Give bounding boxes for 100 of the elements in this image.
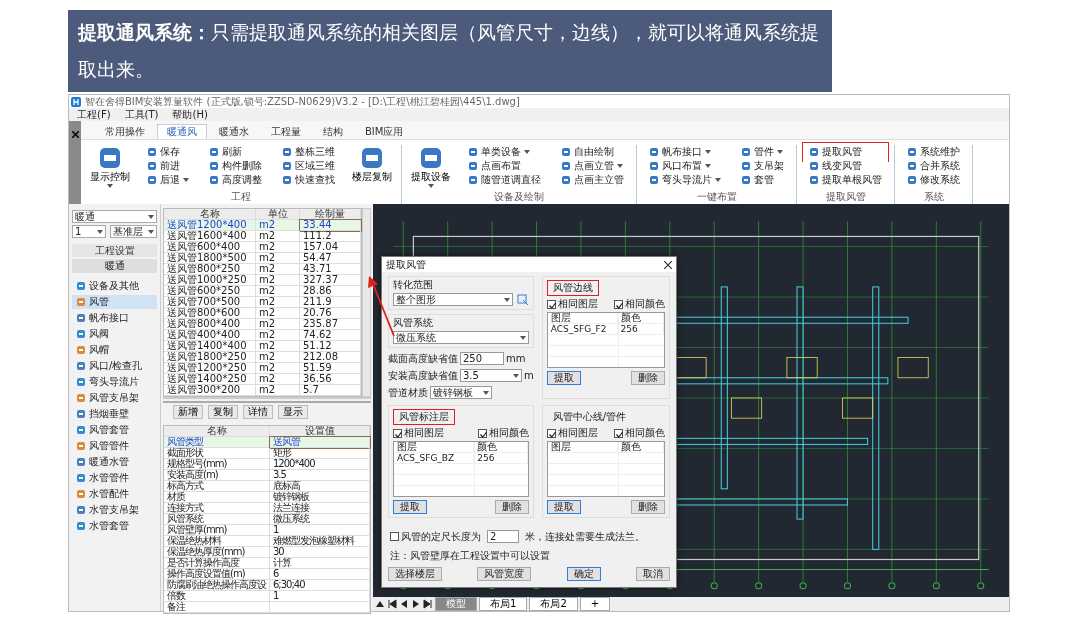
property-cell[interactable]: 备注 (164, 602, 270, 613)
property-cell[interactable]: 防腐刷油绝热操作高度设 (164, 580, 270, 591)
dialog-button[interactable]: 删除 (494, 500, 529, 514)
table-cell[interactable]: 送风管700*500 (164, 297, 256, 308)
ribbon-button[interactable]: 楼层复制 (349, 145, 395, 191)
floor-select[interactable]: 1 (72, 225, 106, 238)
component-list-item[interactable]: 风阀 (72, 327, 157, 341)
dialog-button[interactable]: 确定 (566, 567, 601, 581)
checkbox-option[interactable]: 相同图层 (546, 299, 598, 309)
ribbon-tab[interactable]: 常用操作 (95, 124, 155, 139)
input-field[interactable]: 镀锌钢板 (430, 386, 492, 399)
table-cell[interactable]: 送风管600*400 (164, 242, 256, 253)
property-cell[interactable]: 标高方式 (164, 481, 270, 492)
property-cell[interactable]: 材质 (164, 492, 270, 503)
menu-item[interactable]: 工程(F) (77, 109, 111, 120)
ribbon-tab[interactable]: BIM应用 (355, 124, 414, 139)
input-field[interactable]: 2 (487, 530, 519, 543)
dialog-button[interactable]: 风管宽度 (477, 567, 532, 581)
table-action-button[interactable]: 详情 (243, 405, 273, 419)
layout-tab[interactable]: 模型 (435, 597, 477, 611)
horizontal-scrollbar[interactable] (163, 397, 371, 399)
previous-icon[interactable] (399, 599, 409, 609)
component-list-item[interactable]: 挡烟垂壁 (72, 407, 157, 421)
dialog-button[interactable]: 删除 (631, 371, 665, 385)
component-list-item[interactable]: 风管管件 (72, 439, 157, 453)
checkbox-option[interactable]: 相同颜色 (614, 299, 665, 309)
table-cell[interactable]: 送风管600*250 (164, 286, 256, 297)
property-cell[interactable]: 连接方式 (164, 503, 270, 514)
table-cell[interactable]: 送风管800*600 (164, 308, 256, 319)
dialog-button[interactable]: 取消 (636, 567, 670, 581)
dialog-button[interactable]: 提取 (393, 500, 427, 514)
property-cell[interactable]: 风管壁厚(mm) (164, 525, 270, 536)
property-cell[interactable]: 风管类型 (164, 437, 270, 448)
component-list-item[interactable]: 水管套管 (72, 519, 157, 533)
ribbon-tab[interactable]: 工程量 (261, 124, 311, 139)
property-cell[interactable]: 倍数 (164, 591, 270, 602)
table-cell[interactable]: 送风管800*400 (164, 319, 256, 330)
ribbon-tab[interactable]: 暖通风 (157, 124, 207, 139)
property-cell[interactable]: 安装高度(m) (164, 470, 270, 481)
checkbox-option[interactable]: 相同图层 (393, 428, 444, 438)
pick-icon[interactable] (516, 293, 529, 306)
ribbon-button[interactable]: 提取设备 (408, 145, 454, 191)
table-cell[interactable]: 送风管1200*250 (164, 363, 256, 374)
component-list-item[interactable]: 水管支吊架 (72, 503, 157, 517)
component-list-item[interactable]: 水管管件 (72, 471, 157, 485)
property-cell[interactable]: 截面形状 (164, 448, 270, 459)
table-action-button[interactable]: 显示 (278, 405, 308, 419)
table-cell[interactable]: 送风管1400*400 (164, 341, 256, 352)
component-list-item[interactable]: 水管配件 (72, 487, 157, 501)
menu-item[interactable]: 帮助(H) (172, 109, 208, 120)
vertical-scrollbar[interactable] (362, 208, 371, 397)
discipline-select[interactable]: 暖通 (72, 210, 157, 223)
dialog-button[interactable]: 提取 (546, 500, 581, 514)
first-page-icon[interactable] (387, 599, 397, 609)
close-icon[interactable] (664, 260, 672, 269)
property-cell[interactable]: 风管系统 (164, 514, 270, 525)
input-field[interactable]: 250 (460, 352, 504, 365)
checkbox-option[interactable]: 相同颜色 (477, 428, 529, 438)
ribbon-button[interactable]: 显示控制 (87, 145, 133, 191)
last-page-icon[interactable] (423, 599, 433, 609)
table-cell[interactable]: 送风管1800*250 (164, 352, 256, 363)
layout-tab[interactable]: 布局2 (529, 597, 578, 611)
checkbox-option[interactable]: 相同颜色 (614, 428, 665, 438)
component-list-item[interactable]: 设备及其他 (72, 279, 157, 293)
table-cell[interactable]: 送风管1000*250 (164, 275, 256, 286)
table-cell[interactable]: 送风管1200*400 (164, 220, 256, 231)
component-list-item[interactable]: 弯头导流片 (72, 375, 157, 389)
table-cell[interactable]: 送风管400*400 (164, 330, 256, 341)
table-cell[interactable]: 送风管1600*400 (164, 231, 256, 242)
system-select[interactable]: 微压系统 (393, 331, 529, 344)
input-field[interactable]: 3.5 (460, 369, 522, 382)
table-cell[interactable]: 送风管1800*500 (164, 253, 256, 264)
floor-type-select[interactable]: 基准层 (110, 225, 157, 238)
menu-item[interactable]: 工具(T) (124, 109, 159, 120)
dialog-button[interactable]: 删除 (631, 500, 665, 514)
component-list-item[interactable]: 暖通水管 (72, 455, 157, 469)
property-cell[interactable]: 保温绝热厚度(mm) (164, 547, 270, 558)
dialog-button[interactable]: 选择楼层 (388, 567, 442, 581)
table-action-button[interactable]: 复制 (208, 405, 238, 419)
range-select[interactable]: 整个图形 (393, 293, 513, 306)
close-icon[interactable] (71, 131, 79, 138)
settings-button[interactable]: 工程设置 (72, 244, 157, 257)
layout-tab[interactable]: 布局1 (479, 597, 528, 611)
component-list-item[interactable]: 帆布接口 (72, 311, 157, 325)
layout-tab[interactable]: + (579, 597, 611, 611)
ribbon-tab[interactable]: 结构 (313, 124, 353, 139)
ribbon-tab[interactable]: 暖通水 (209, 124, 259, 139)
checkbox[interactable] (390, 532, 399, 541)
table-cell[interactable]: 送风管800*250 (164, 264, 256, 275)
table-action-button[interactable]: 新增 (173, 405, 203, 419)
component-list-item[interactable]: 风帽 (72, 343, 157, 357)
component-list-item[interactable]: 风口/检查孔 (72, 359, 157, 373)
ribbon-button[interactable]: 线变风管 (803, 159, 888, 173)
scroll-up-icon[interactable] (375, 599, 385, 609)
next-icon[interactable] (411, 599, 421, 609)
component-list-item[interactable]: 风管套管 (72, 423, 157, 437)
property-cell[interactable]: 保温绝热材料 (164, 536, 270, 547)
dialog-button[interactable]: 提取 (546, 371, 581, 385)
component-list-item[interactable]: 风管支吊架 (72, 391, 157, 405)
table-cell[interactable]: 送风管1400*250 (164, 374, 256, 385)
